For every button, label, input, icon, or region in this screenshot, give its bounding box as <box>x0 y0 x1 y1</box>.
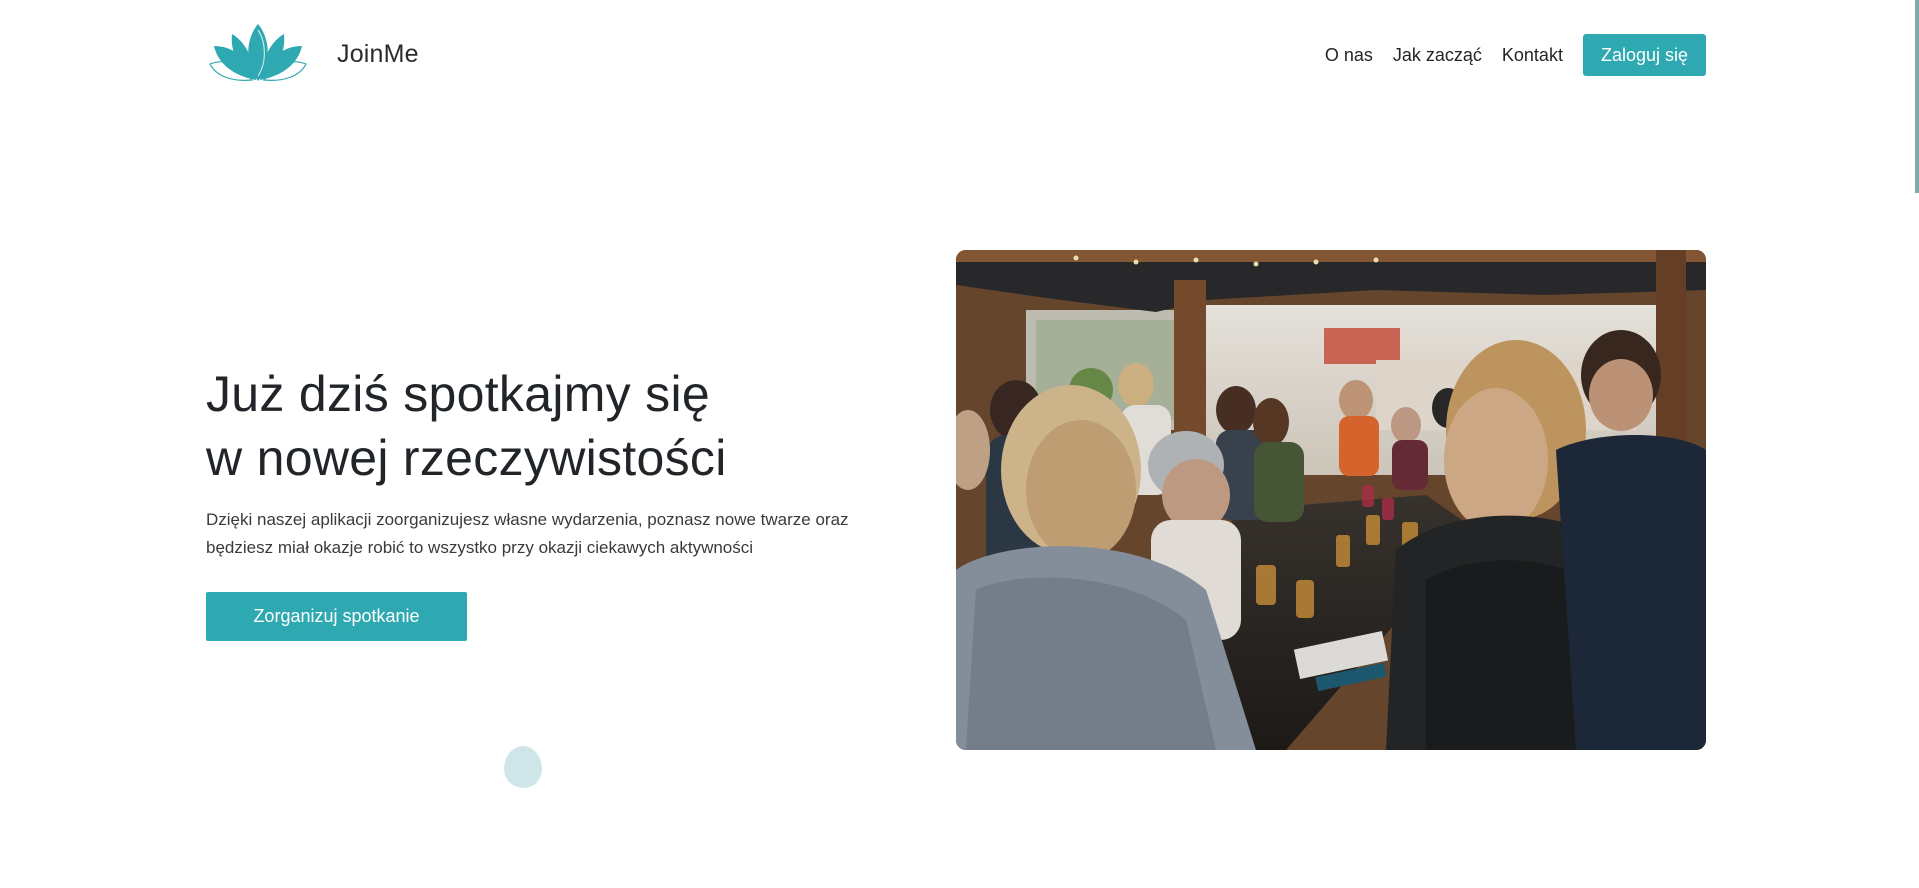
hero-photo-people-dining <box>956 250 1706 750</box>
login-button[interactable]: Zaloguj się <box>1582 34 1706 76</box>
hero-title: Już dziś spotkajmy się w nowej rzeczywis… <box>206 362 727 490</box>
decorative-blob <box>504 746 542 788</box>
organize-meeting-button[interactable]: Zorganizuj spotkanie <box>206 592 467 641</box>
main-nav: O nas Jak zacząć Kontakt Zaloguj się <box>1305 34 1706 76</box>
hero-description: Dzięki naszej aplikacji zoorganizujesz w… <box>206 506 866 562</box>
brand-name[interactable]: JoinMe <box>337 40 419 69</box>
scrollbar-thumb[interactable] <box>1915 0 1919 193</box>
hero-title-line-2: w nowej rzeczywistości <box>206 430 727 486</box>
nav-link-getting-started[interactable]: Jak zacząć <box>1393 45 1482 66</box>
landing-page: JoinMe O nas Jak zacząć Kontakt Zaloguj … <box>0 0 1919 888</box>
hero-description-line-2: będziesz miał okazje robić to wszystko p… <box>206 538 754 557</box>
hero-description-line-1: Dzięki naszej aplikacji zoorganizujesz w… <box>206 510 849 529</box>
hero-title-line-1: Już dziś spotkajmy się <box>206 366 710 422</box>
lotus-icon[interactable] <box>206 24 310 82</box>
nav-link-contact[interactable]: Kontakt <box>1502 45 1563 66</box>
nav-link-about[interactable]: O nas <box>1325 45 1373 66</box>
site-header: JoinMe O nas Jak zacząć Kontakt Zaloguj … <box>206 0 1706 110</box>
